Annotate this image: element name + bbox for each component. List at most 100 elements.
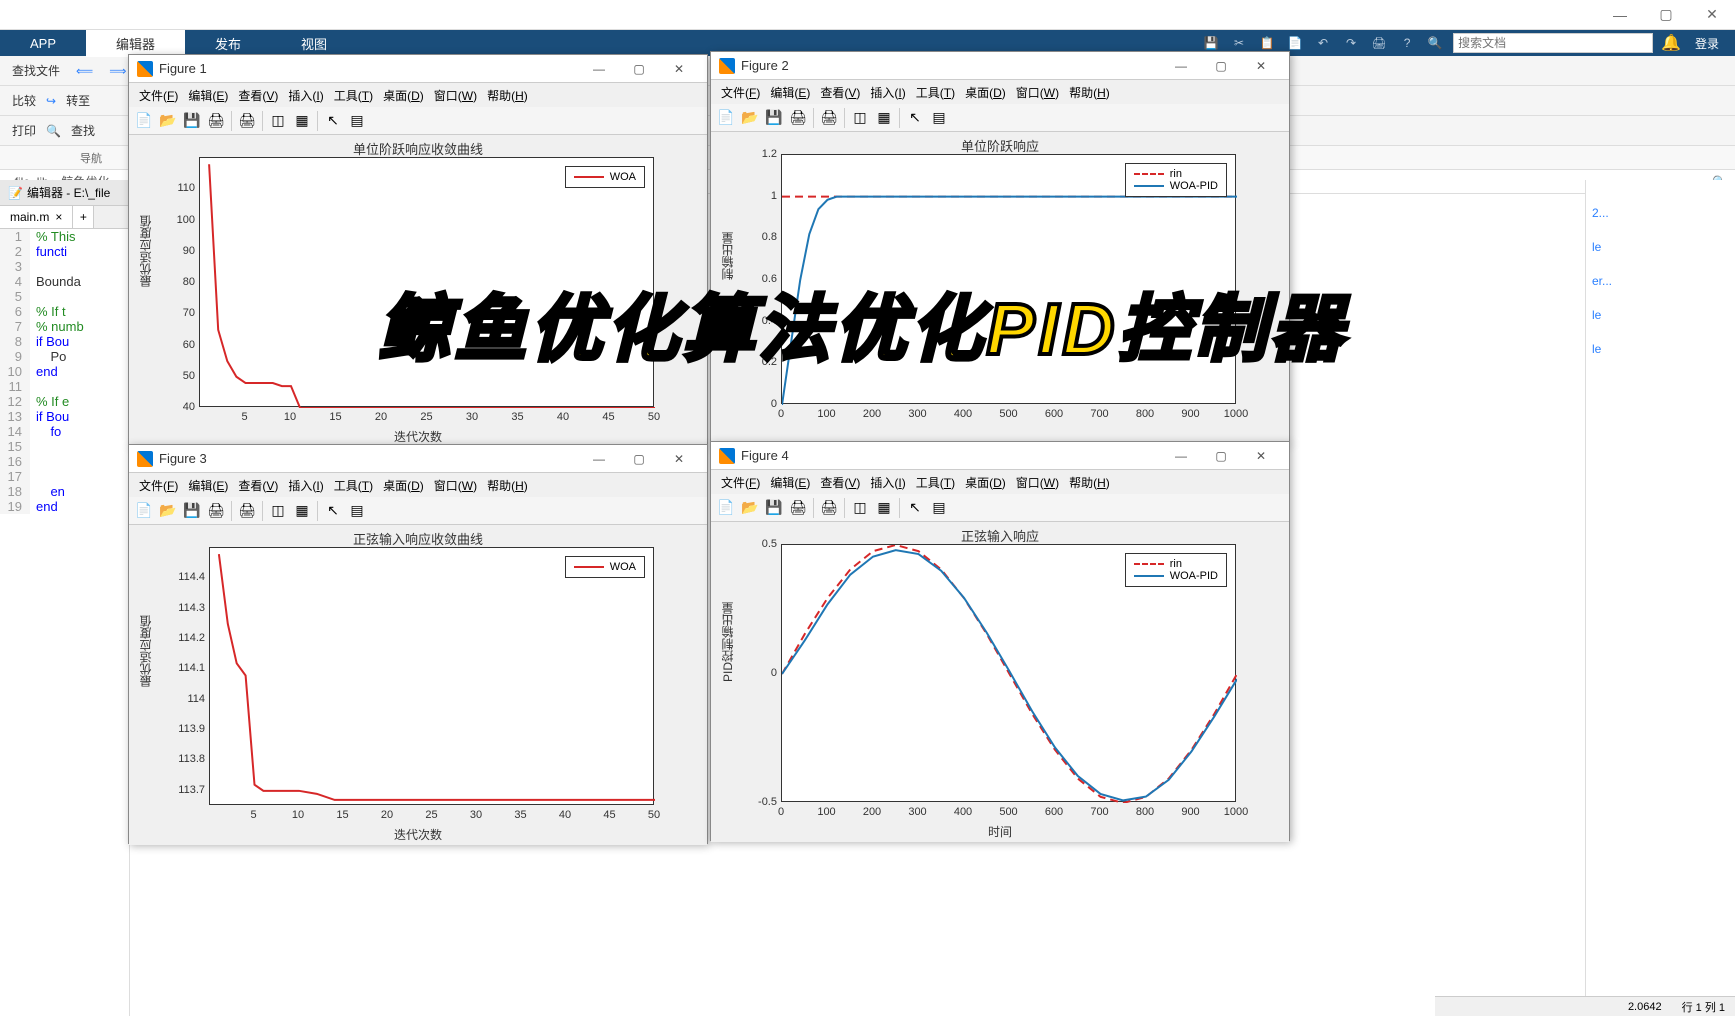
menu-item[interactable]: 桌面(D): [379, 85, 428, 106]
tab-editor[interactable]: 编辑器: [86, 30, 185, 57]
file-tab-main[interactable]: main.m ×: [0, 206, 73, 228]
pointer-icon[interactable]: ↖: [904, 497, 926, 519]
link-icon[interactable]: ▦: [873, 107, 895, 129]
menu-item[interactable]: 文件(F): [135, 475, 182, 496]
pointer-icon[interactable]: ↖: [322, 110, 344, 132]
open-icon[interactable]: 📂: [157, 500, 179, 522]
print-preview-icon[interactable]: 🖨: [236, 110, 258, 132]
menu-item[interactable]: 帮助(H): [483, 85, 532, 106]
dock-icon[interactable]: ◫: [849, 497, 871, 519]
print-icon[interactable]: 🖨: [787, 107, 809, 129]
link-icon[interactable]: ▦: [291, 110, 313, 132]
minimize-button[interactable]: —: [1597, 0, 1643, 30]
menu-item[interactable]: 查看(V): [816, 82, 864, 103]
fig4-maximize[interactable]: ▢: [1201, 442, 1241, 470]
save-icon[interactable]: 💾: [181, 500, 203, 522]
menu-item[interactable]: 编辑(E): [766, 472, 814, 493]
search-input[interactable]: [1453, 33, 1653, 53]
print-button[interactable]: 打印: [6, 120, 42, 141]
add-tab-button[interactable]: +: [73, 206, 94, 228]
menu-item[interactable]: 编辑(E): [766, 82, 814, 103]
menu-item[interactable]: 窗口(W): [1012, 82, 1063, 103]
menu-item[interactable]: 文件(F): [135, 85, 182, 106]
find-files-button[interactable]: 查找文件: [6, 60, 66, 81]
new-icon[interactable]: 📄: [715, 497, 737, 519]
fig2-close[interactable]: ✕: [1241, 52, 1281, 80]
figure-4-titlebar[interactable]: Figure 4 — ▢ ✕: [711, 442, 1289, 470]
menu-item[interactable]: 编辑(E): [184, 475, 232, 496]
new-icon[interactable]: 📄: [133, 500, 155, 522]
menu-item[interactable]: 文件(F): [717, 472, 764, 493]
tab-publish[interactable]: 发布: [185, 30, 271, 57]
goto-button[interactable]: 转至: [60, 90, 96, 111]
login-link[interactable]: 登录: [1689, 35, 1725, 52]
link-icon[interactable]: ▦: [873, 497, 895, 519]
insert-icon[interactable]: ▤: [928, 107, 950, 129]
tab-view[interactable]: 视图: [271, 30, 357, 57]
save-icon[interactable]: 💾: [1201, 33, 1221, 53]
fig3-maximize[interactable]: ▢: [619, 445, 659, 473]
insert-icon[interactable]: ▤: [928, 497, 950, 519]
tab-app[interactable]: APP: [0, 32, 86, 55]
compare-button[interactable]: 比较: [6, 90, 42, 111]
fig1-minimize[interactable]: —: [579, 55, 619, 83]
figure-1-titlebar[interactable]: Figure 1 — ▢ ✕: [129, 55, 707, 83]
copy-icon[interactable]: 📋: [1257, 33, 1277, 53]
dock-icon[interactable]: ◫: [849, 107, 871, 129]
menu-item[interactable]: 窗口(W): [430, 475, 481, 496]
menu-item[interactable]: 桌面(D): [379, 475, 428, 496]
fig2-minimize[interactable]: —: [1161, 52, 1201, 80]
print-icon[interactable]: 🖨: [787, 497, 809, 519]
find-icon[interactable]: 🔍: [46, 124, 61, 138]
print-icon[interactable]: 🖨: [205, 110, 227, 132]
open-icon[interactable]: 📂: [739, 107, 761, 129]
open-icon[interactable]: 📂: [739, 497, 761, 519]
pointer-icon[interactable]: ↖: [322, 500, 344, 522]
print-preview-icon[interactable]: 🖨: [236, 500, 258, 522]
menu-item[interactable]: 查看(V): [234, 85, 282, 106]
menu-item[interactable]: 查看(V): [816, 472, 864, 493]
fig3-close[interactable]: ✕: [659, 445, 699, 473]
redo-icon[interactable]: ↷: [1341, 33, 1361, 53]
fig1-close[interactable]: ✕: [659, 55, 699, 83]
fig1-maximize[interactable]: ▢: [619, 55, 659, 83]
fig2-maximize[interactable]: ▢: [1201, 52, 1241, 80]
find-button[interactable]: 查找: [65, 120, 101, 141]
figure-1-window[interactable]: Figure 1 — ▢ ✕ 文件(F)编辑(E)查看(V)插入(I)工具(T)…: [128, 54, 708, 446]
menu-item[interactable]: 文件(F): [717, 82, 764, 103]
menu-item[interactable]: 帮助(H): [1065, 82, 1114, 103]
print-icon[interactable]: 🖨: [1369, 33, 1389, 53]
menu-item[interactable]: 窗口(W): [430, 85, 481, 106]
pointer-icon[interactable]: ↖: [904, 107, 926, 129]
fig4-close[interactable]: ✕: [1241, 442, 1281, 470]
open-icon[interactable]: 📂: [157, 110, 179, 132]
menu-item[interactable]: 工具(T): [330, 85, 377, 106]
fig4-minimize[interactable]: —: [1161, 442, 1201, 470]
figure-2-window[interactable]: Figure 2 — ▢ ✕ 文件(F)编辑(E)查看(V)插入(I)工具(T)…: [710, 51, 1290, 443]
cut-icon[interactable]: ✂: [1229, 33, 1249, 53]
close-button[interactable]: ✕: [1689, 0, 1735, 30]
save-icon[interactable]: 💾: [763, 497, 785, 519]
new-icon[interactable]: 📄: [133, 110, 155, 132]
insert-icon[interactable]: ▤: [346, 500, 368, 522]
fig3-minimize[interactable]: —: [579, 445, 619, 473]
new-icon[interactable]: 📄: [715, 107, 737, 129]
menu-item[interactable]: 桌面(D): [961, 472, 1010, 493]
figure-3-window[interactable]: Figure 3 — ▢ ✕ 文件(F)编辑(E)查看(V)插入(I)工具(T)…: [128, 444, 708, 844]
menu-item[interactable]: 插入(I): [284, 475, 327, 496]
menu-item[interactable]: 插入(I): [866, 472, 909, 493]
code-area[interactable]: 1% This2functi34Bounda56% If t7% numb8if…: [0, 229, 129, 514]
menu-item[interactable]: 工具(T): [330, 475, 377, 496]
figure-3-titlebar[interactable]: Figure 3 — ▢ ✕: [129, 445, 707, 473]
figure-2-titlebar[interactable]: Figure 2 — ▢ ✕: [711, 52, 1289, 80]
search-icon[interactable]: 🔍: [1425, 33, 1445, 53]
menu-item[interactable]: 窗口(W): [1012, 472, 1063, 493]
goto-icon[interactable]: ↪: [46, 94, 56, 108]
menu-item[interactable]: 工具(T): [912, 82, 959, 103]
menu-item[interactable]: 帮助(H): [1065, 472, 1114, 493]
menu-item[interactable]: 桌面(D): [961, 82, 1010, 103]
print-preview-icon[interactable]: 🖨: [818, 497, 840, 519]
link-icon[interactable]: ▦: [291, 500, 313, 522]
menu-item[interactable]: 工具(T): [912, 472, 959, 493]
nav-back-icon[interactable]: ⟸: [70, 62, 99, 80]
